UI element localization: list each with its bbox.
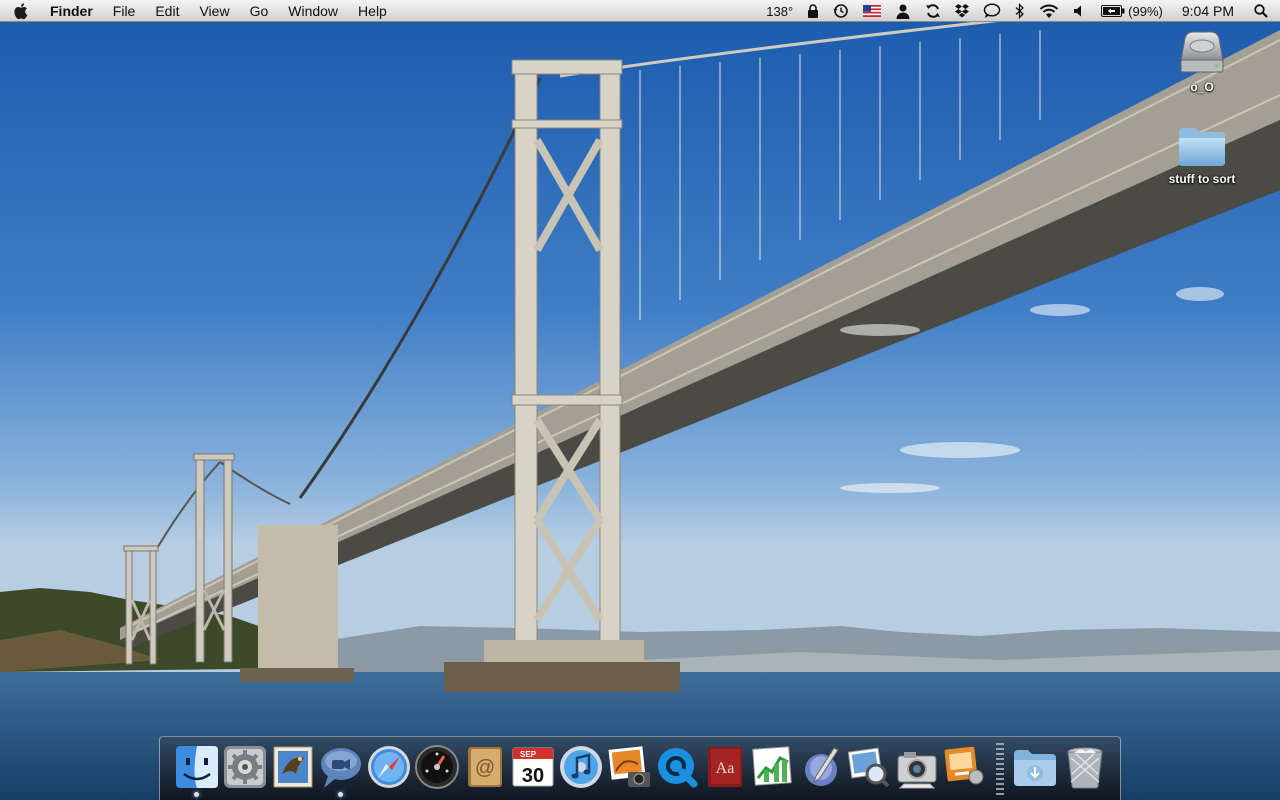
menu-bar: Finder File Edit View Go Window Help 138… [0,0,1280,22]
dock: @ SEP 30 Aa [159,736,1121,800]
preview-icon[interactable] [846,744,892,790]
ical-month: SEP [520,750,537,759]
dictionary-icon[interactable]: Aa [702,744,748,790]
apple-menu-icon[interactable] [0,0,44,22]
desktop-icon-folder[interactable]: stuff to sort [1157,124,1247,186]
image-capture-icon[interactable] [894,744,940,790]
menu-go[interactable]: Go [240,0,279,22]
spotlight-icon[interactable] [1246,0,1280,22]
wifi-icon[interactable] [1032,0,1066,22]
battery-percent[interactable]: (99%) [1128,0,1170,22]
menu-file[interactable]: File [103,0,146,22]
menu-help[interactable]: Help [348,0,397,22]
lock-icon[interactable] [800,0,826,22]
battery-icon[interactable] [1094,0,1128,22]
time-machine-icon[interactable] [826,0,856,22]
finder-icon[interactable] [174,744,220,790]
script-editor-icon[interactable] [798,744,844,790]
menu-edit[interactable]: Edit [145,0,189,22]
dropbox-icon[interactable] [948,0,976,22]
running-indicator [338,792,343,797]
activity-chart-icon[interactable] [750,744,796,790]
itunes-icon[interactable] [558,744,604,790]
clock[interactable]: 9:04 PM [1170,0,1246,22]
desktop-icon-label: stuff to sort [1168,172,1236,186]
hard-drive-icon [1180,31,1224,73]
folder-icon [1179,128,1225,166]
menu-finder[interactable]: Finder [44,0,103,22]
desktop-icon-label: o_O [1190,80,1214,94]
ical-icon[interactable]: SEP 30 [510,744,556,790]
ical-day: 30 [522,765,544,787]
user-icon[interactable] [888,0,918,22]
safari-icon[interactable] [366,744,412,790]
dock-separator [996,743,1004,795]
sync-icon[interactable] [918,0,948,22]
svg-text:@: @ [475,757,495,779]
us-flag-icon[interactable] [856,0,888,22]
running-indicator [194,792,199,797]
system-preferences-icon[interactable] [222,744,268,790]
dictionary-label: Aa [716,760,735,777]
temperature-status[interactable]: 138° [759,0,800,22]
trash-icon[interactable] [1062,744,1108,790]
downloads-stack-icon[interactable] [1012,744,1058,790]
quicktime-icon[interactable] [654,744,700,790]
desktop-wallpaper [0,0,1280,800]
menu-window[interactable]: Window [278,0,348,22]
dashboard-icon[interactable] [414,744,460,790]
iphoto-icon[interactable] [606,744,652,790]
menu-view[interactable]: View [189,0,239,22]
desktop-icon-hard-drive[interactable]: o_O [1157,28,1247,94]
keynote-icon[interactable] [942,744,988,790]
chat-icon[interactable] [976,0,1008,22]
bluetooth-icon[interactable] [1008,0,1032,22]
mail-icon[interactable] [270,744,316,790]
bay-bridge-photo [0,0,1280,800]
volume-icon[interactable] [1066,0,1094,22]
ichat-icon[interactable] [318,744,364,790]
address-book-icon[interactable]: @ [462,744,508,790]
